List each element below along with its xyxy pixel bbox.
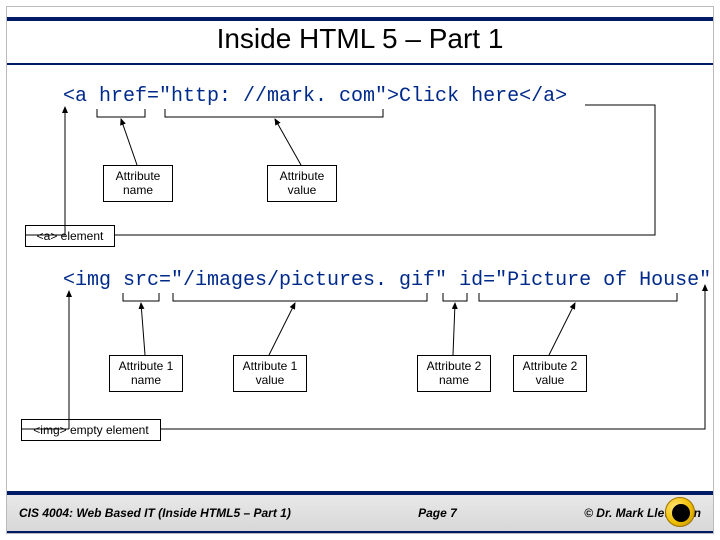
label-img-element: <img> empty element <box>21 419 161 441</box>
page-title: Inside HTML 5 – Part 1 <box>7 23 713 55</box>
label-text: <img> empty element <box>33 423 148 437</box>
footer-course: CIS 4004: Web Based IT (Inside HTML5 – P… <box>19 506 291 520</box>
label-attr-name: Attribute name <box>103 165 173 202</box>
code-example-2: <img src="/images/pictures. gif" id="Pic… <box>63 269 720 292</box>
label-a-element: <a> element <box>25 225 115 247</box>
label-attr1-name: Attribute 1 name <box>109 355 183 392</box>
label-attr1-value: Attribute 1 value <box>233 355 307 392</box>
footer: CIS 4004: Web Based IT (Inside HTML5 – P… <box>7 491 713 533</box>
label-text: Attribute 2 value <box>520 359 580 388</box>
content-area: <a href="http: //mark. com">Click here</… <box>15 67 705 485</box>
label-text: Attribute name <box>110 169 166 198</box>
code-example-1: <a href="http: //mark. com">Click here</… <box>63 85 567 108</box>
label-attr2-value: Attribute 2 value <box>513 355 587 392</box>
label-attr-value: Attribute value <box>267 165 337 202</box>
footer-page: Page 7 <box>291 506 584 520</box>
ucf-logo-icon <box>665 497 695 527</box>
label-text: Attribute 1 value <box>240 359 300 388</box>
label-text: Attribute 2 name <box>424 359 484 388</box>
label-attr2-name: Attribute 2 name <box>417 355 491 392</box>
slide-frame: Inside HTML 5 – Part 1 <a href="http: //… <box>6 6 714 534</box>
label-text: Attribute value <box>274 169 330 198</box>
label-text: Attribute 1 name <box>116 359 176 388</box>
title-band: Inside HTML 5 – Part 1 <box>7 17 713 65</box>
label-text: <a> element <box>37 229 104 243</box>
